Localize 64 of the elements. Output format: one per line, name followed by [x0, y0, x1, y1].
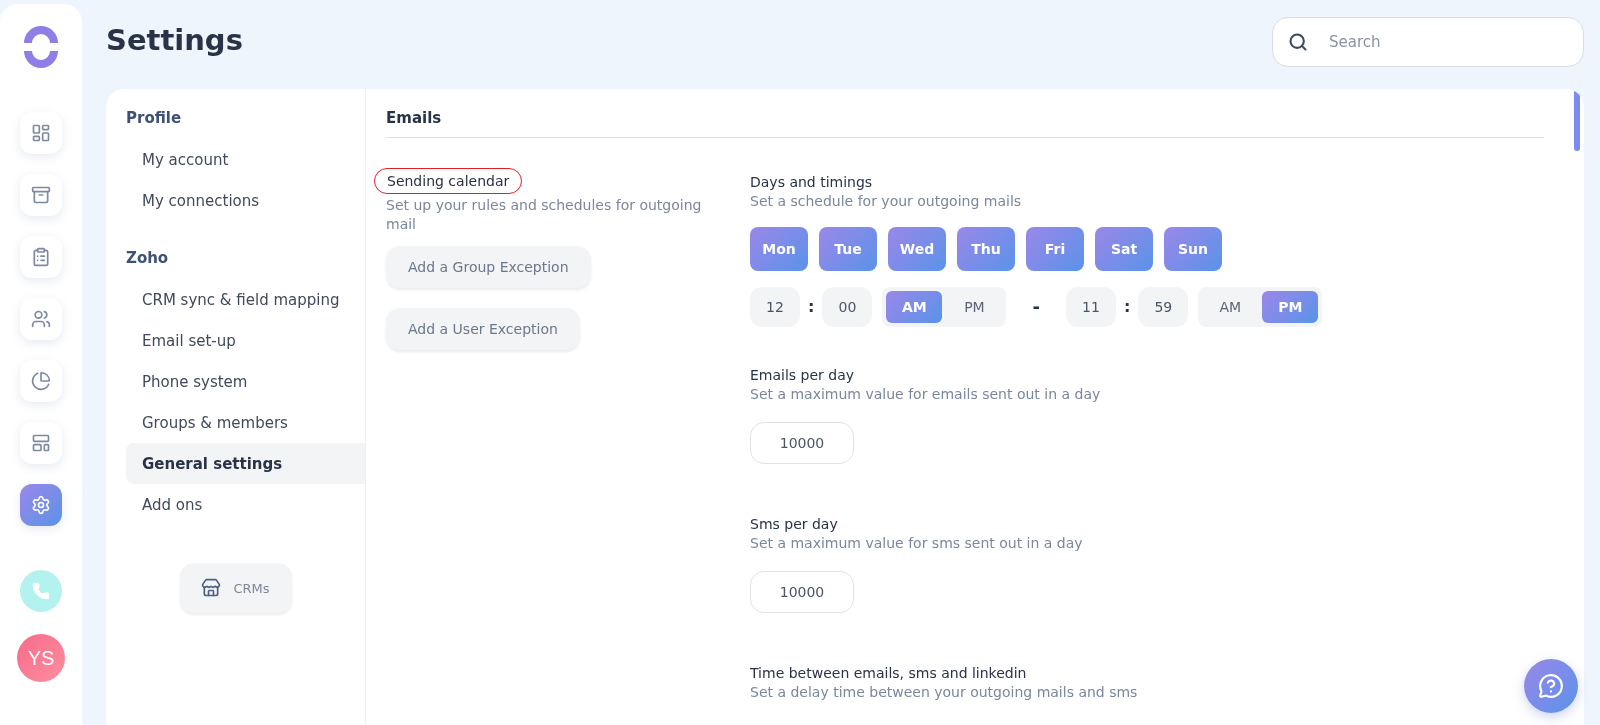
nav-button[interactable] — [20, 236, 62, 278]
people-icon — [31, 309, 51, 329]
day-toggle[interactable]: Fri — [1026, 226, 1084, 271]
section-title: Profile — [126, 109, 183, 129]
day-toggle[interactable]: Sun — [1164, 226, 1222, 271]
period-option[interactable]: AM — [886, 290, 943, 323]
settings-menu-item[interactable]: General settings — [126, 443, 365, 484]
period-option[interactable]: PM — [946, 290, 1003, 323]
dashboard-icon — [31, 123, 51, 143]
settings-menu-item[interactable]: My connections — [126, 180, 365, 221]
search-field[interactable]: Search — [1272, 16, 1584, 67]
day-toggle[interactable]: Tue — [819, 226, 877, 271]
period-option[interactable]: AM — [1202, 290, 1259, 323]
setting-description: Set a delay time between your outgoing mails and sms — [750, 682, 1139, 702]
day-toggle[interactable]: Mon — [750, 226, 808, 271]
minute-field[interactable]: 00 — [822, 286, 873, 327]
page-title: Settings — [106, 22, 243, 57]
nav-button[interactable] — [20, 298, 62, 340]
nav-button[interactable] — [20, 422, 62, 464]
nav-button[interactable] — [20, 484, 62, 526]
range-separator: - — [1032, 296, 1040, 318]
settings-menu-item[interactable]: Add ons — [126, 484, 365, 525]
section-heading: Emails — [386, 109, 1544, 138]
tray-icon — [31, 185, 51, 205]
settings-menu-item[interactable]: My account — [126, 139, 365, 180]
hour-field[interactable]: 11 — [1065, 286, 1116, 327]
settings-menu-item[interactable]: Email set-up — [126, 320, 365, 361]
scrollbar-thumb[interactable] — [1574, 89, 1580, 151]
day-toggle[interactable]: Sat — [1095, 226, 1153, 271]
help-icon — [1538, 673, 1564, 699]
store-icon — [201, 578, 222, 598]
time-colon: : — [1122, 297, 1132, 317]
pie-chart-icon — [31, 371, 51, 391]
setting-description: Set a schedule for your outgoing mails — [750, 192, 1023, 211]
exception-button[interactable]: Add a User Exception — [386, 307, 580, 350]
crms-button[interactable]: CRMs — [179, 563, 292, 613]
clipboard-icon — [31, 247, 51, 267]
limit-field[interactable]: 10000 — [750, 421, 854, 464]
setting-description: Set up your rules and schedules for outgoing mail — [386, 196, 703, 234]
setting-title: Sms per day — [750, 515, 839, 532]
limit-field[interactable]: 10000 — [750, 570, 854, 613]
period-option[interactable]: PM — [1262, 290, 1319, 323]
setting-title: Days and timings — [750, 174, 874, 190]
settings-icon — [31, 495, 51, 515]
setting-title: Emails per day — [750, 366, 856, 383]
settings-menu-item[interactable]: CRM sync & field mapping — [126, 279, 365, 320]
time-colon: : — [807, 297, 816, 317]
day-toggle[interactable]: Thu — [957, 226, 1015, 271]
search-icon — [1288, 31, 1308, 52]
layout-icon — [31, 433, 51, 453]
nav-button[interactable] — [20, 112, 62, 154]
phone-icon — [32, 582, 50, 600]
settings-menu-item[interactable]: Phone system — [126, 361, 365, 402]
minute-field[interactable]: 59 — [1138, 286, 1189, 327]
day-toggle[interactable]: Wed — [888, 226, 946, 271]
section-title: Zoho — [126, 249, 170, 269]
nav-button[interactable] — [20, 360, 62, 402]
setting-description: Set a maximum value for emails sent out in a day — [750, 384, 1102, 404]
nav-button[interactable] — [20, 174, 62, 216]
settings-menu-item[interactable]: Groups & members — [126, 402, 365, 443]
exception-button[interactable]: Add a Group Exception — [386, 245, 591, 288]
setting-description: Set a maximum value for sms sent out in a day — [750, 533, 1084, 553]
hour-field[interactable]: 12 — [750, 286, 800, 327]
setting-title: Time between emails, sms and linkedin — [750, 664, 1028, 681]
